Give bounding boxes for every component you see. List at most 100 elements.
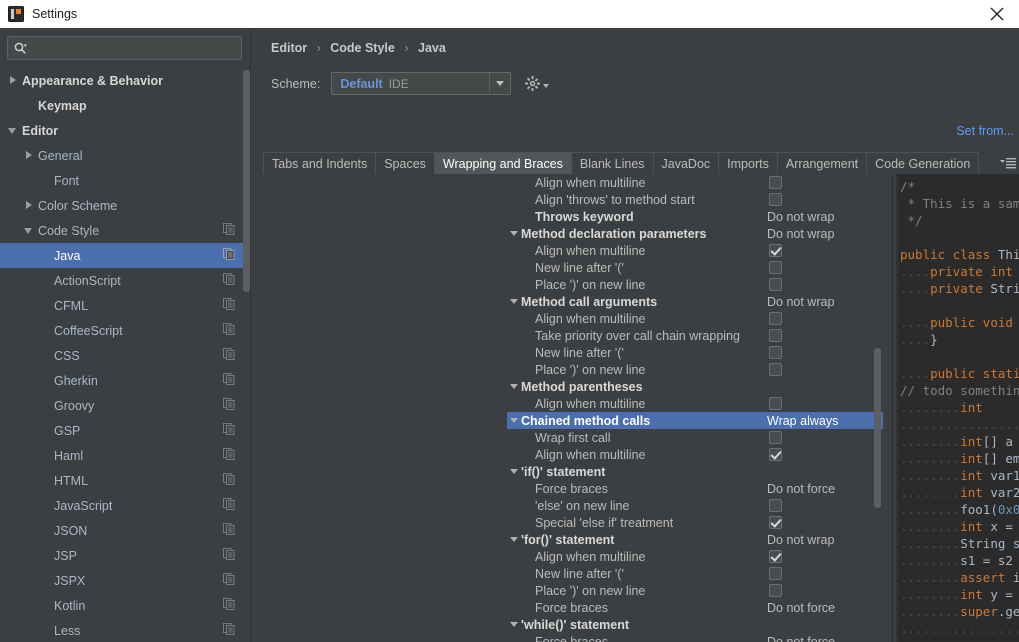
option-row[interactable]: Align when multiline (507, 310, 883, 327)
option-row[interactable]: Force braces Do not force (507, 480, 883, 497)
collapse-arrow-icon[interactable] (509, 378, 521, 395)
option-checkbox[interactable] (769, 516, 782, 529)
option-row[interactable]: New line after '(' (507, 565, 883, 582)
option-checkbox[interactable] (769, 584, 782, 597)
copy-scheme-icon[interactable] (223, 572, 235, 590)
sidebar-item-color-scheme[interactable]: Color Scheme (0, 193, 243, 218)
settings-tabs[interactable]: Tabs and Indents Spaces Wrapping and Brace… (263, 152, 1019, 174)
option-checkbox[interactable] (769, 431, 782, 444)
option-checkbox[interactable] (769, 261, 782, 274)
sidebar-item-jsp[interactable]: JSP (0, 543, 243, 568)
sidebar-item-cfml[interactable]: CFML (0, 293, 243, 318)
option-row[interactable]: Force braces Do not force (507, 633, 883, 642)
copy-scheme-icon[interactable] (223, 422, 235, 440)
sidebar-scrollbar-track[interactable] (243, 28, 250, 642)
option-checkbox[interactable] (769, 346, 782, 359)
sidebar-item-editor[interactable]: Editor (0, 118, 243, 143)
collapse-arrow-icon[interactable] (8, 125, 19, 136)
wrapping-options-pane[interactable]: Align when multiline Align 'throws' to me… (507, 174, 883, 642)
sidebar-item-keymap[interactable]: Keymap (0, 93, 243, 118)
option-row[interactable]: Align when multiline (507, 395, 883, 412)
sidebar-item-actionscript[interactable]: ActionScript (0, 268, 243, 293)
options-scrollbar-thumb[interactable] (874, 348, 881, 508)
option-value[interactable]: Do not force (767, 633, 835, 642)
tab-blank-lines[interactable]: Blank Lines (570, 152, 654, 174)
option-row[interactable]: Take priority over call chain wrapping (507, 327, 883, 344)
sidebar-item-json[interactable]: JSON (0, 518, 243, 543)
sidebar-item-general[interactable]: General (0, 143, 243, 168)
collapse-arrow-icon[interactable] (509, 412, 521, 429)
collapse-arrow-icon[interactable] (24, 225, 35, 236)
option-checkbox[interactable] (769, 448, 782, 461)
option-checkbox[interactable] (769, 550, 782, 563)
option-value[interactable]: Do not wrap (767, 293, 834, 310)
tab-tabs-and-indents[interactable]: Tabs and Indents (263, 152, 377, 174)
tab-javadoc[interactable]: JavaDoc (652, 152, 720, 174)
option-row[interactable]: New line after '(' (507, 259, 883, 276)
sidebar-item-groovy[interactable]: Groovy (0, 393, 243, 418)
option-checkbox[interactable] (769, 397, 782, 410)
copy-scheme-icon[interactable] (223, 347, 235, 365)
copy-scheme-icon[interactable] (223, 547, 235, 565)
search-input[interactable] (27, 37, 241, 59)
sidebar-item-html[interactable]: HTML (0, 468, 243, 493)
sidebar-item-css[interactable]: CSS (0, 343, 243, 368)
option-checkbox[interactable] (769, 363, 782, 376)
option-row[interactable]: 'while()' statement (507, 616, 883, 633)
option-row[interactable]: 'for()' statement Do not wrap (507, 531, 883, 548)
option-checkbox[interactable] (769, 329, 782, 342)
option-row[interactable]: Align when multiline (507, 174, 883, 191)
set-from-link[interactable]: Set from... (956, 124, 1014, 138)
gear-icon[interactable] (525, 76, 550, 91)
sidebar-item-appearance-behavior[interactable]: Appearance & Behavior (0, 68, 243, 93)
option-checkbox[interactable] (769, 278, 782, 291)
sidebar-item-java[interactable]: Java (0, 243, 243, 268)
option-row[interactable]: Place ')' on new line (507, 361, 883, 378)
option-checkbox[interactable] (769, 176, 782, 189)
pane-divider[interactable] (892, 174, 893, 642)
tab-code-generation[interactable]: Code Generation (866, 152, 980, 174)
collapse-arrow-icon[interactable] (509, 463, 521, 480)
tab-imports[interactable]: Imports (718, 152, 778, 174)
tab-spaces[interactable]: Spaces (375, 152, 435, 174)
sidebar-item-jspx[interactable]: JSPX (0, 568, 243, 593)
option-row[interactable]: 'if()' statement (507, 463, 883, 480)
sidebar-item-coffeescript[interactable]: CoffeeScript (0, 318, 243, 343)
collapse-arrow-icon[interactable] (509, 616, 521, 633)
option-row[interactable]: Method declaration parameters Do not wrap (507, 225, 883, 242)
option-row[interactable]: Method call arguments Do not wrap (507, 293, 883, 310)
option-value[interactable]: Wrap always (767, 412, 838, 429)
sidebar-item-gsp[interactable]: GSP (0, 418, 243, 443)
option-value[interactable]: Do not force (767, 599, 835, 616)
copy-scheme-icon[interactable] (223, 222, 235, 240)
copy-scheme-icon[interactable] (223, 247, 235, 265)
option-checkbox[interactable] (769, 244, 782, 257)
expand-arrow-icon[interactable] (24, 200, 35, 211)
option-value[interactable]: Do not wrap (767, 208, 834, 225)
code-preview[interactable]: /* * This is a sample file. */ public cla… (896, 174, 1019, 642)
option-row[interactable]: Special 'else if' treatment (507, 514, 883, 531)
expand-arrow-icon[interactable] (8, 75, 19, 86)
copy-scheme-icon[interactable] (223, 372, 235, 390)
sidebar-item-less[interactable]: Less (0, 618, 243, 642)
tab-list-icon[interactable] (1000, 152, 1019, 174)
wrapping-options-list[interactable]: Align when multiline Align 'throws' to me… (507, 174, 883, 642)
copy-scheme-icon[interactable] (223, 397, 235, 415)
copy-scheme-icon[interactable] (223, 297, 235, 315)
collapse-arrow-icon[interactable] (509, 293, 521, 310)
sidebar-item-font[interactable]: Font (0, 168, 243, 193)
sidebar-item-gherkin[interactable]: Gherkin (0, 368, 243, 393)
option-row[interactable]: Wrap first call (507, 429, 883, 446)
close-button[interactable] (975, 0, 1019, 28)
copy-scheme-icon[interactable] (223, 497, 235, 515)
sidebar-item-haml[interactable]: Haml (0, 443, 243, 468)
sidebar-item-code-style[interactable]: Code Style (0, 218, 243, 243)
breadcrumb-item-code-style[interactable]: Code Style (330, 41, 395, 55)
option-row[interactable]: Align when multiline (507, 446, 883, 463)
option-checkbox[interactable] (769, 499, 782, 512)
sidebar-item-javascript[interactable]: JavaScript (0, 493, 243, 518)
search-box[interactable] (7, 36, 242, 60)
option-row[interactable]: New line after '(' (507, 344, 883, 361)
option-row[interactable]: Force braces Do not force (507, 599, 883, 616)
option-row[interactable]: Align when multiline (507, 548, 883, 565)
